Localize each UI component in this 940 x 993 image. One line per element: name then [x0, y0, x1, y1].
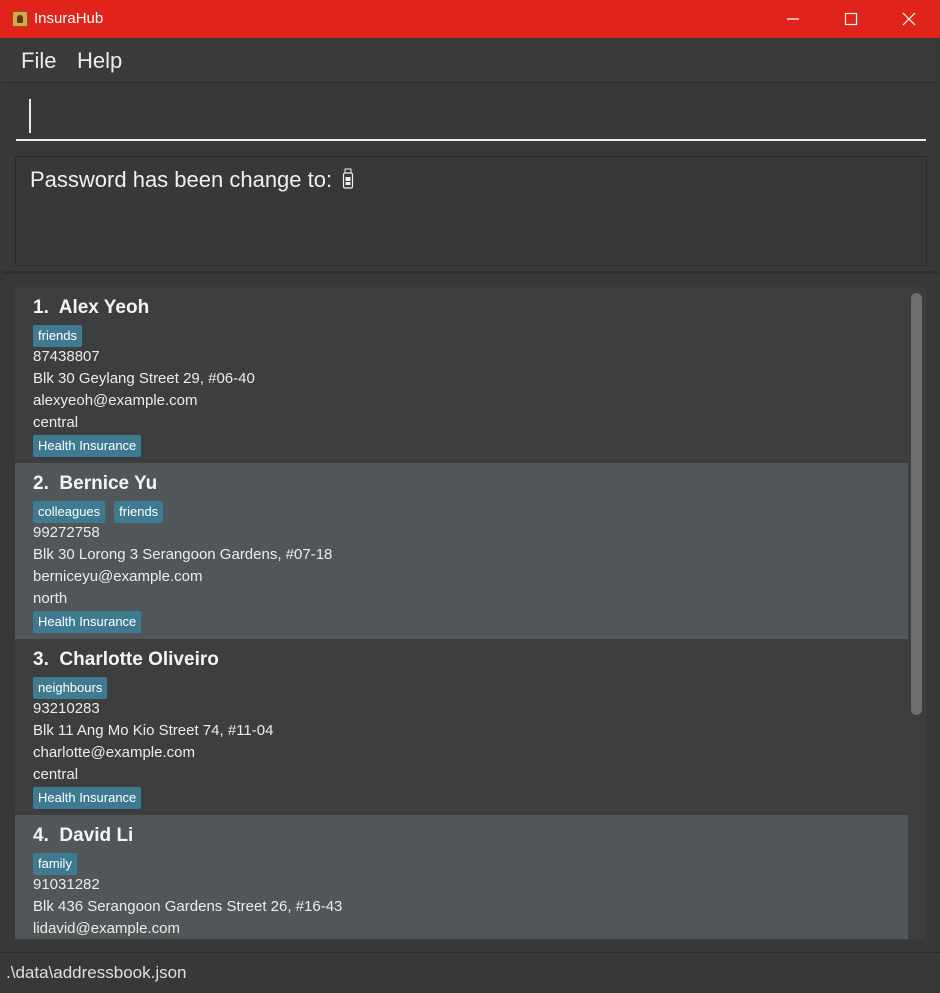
minimize-button[interactable] — [764, 0, 822, 38]
person-email: berniceyu@example.com — [33, 568, 203, 585]
command-input[interactable] — [16, 91, 926, 141]
tag-list: colleagues friends — [33, 501, 164, 523]
password-glyph-icon — [343, 168, 354, 189]
person-index: 1. — [33, 297, 49, 318]
person-card[interactable]: 4. David Li family 91031282 Blk 436 Sera… — [15, 815, 908, 939]
person-phone: 93210283 — [33, 700, 100, 717]
person-phone: 87438807 — [33, 348, 100, 365]
tag: friends — [114, 501, 164, 523]
minimize-icon — [787, 18, 799, 20]
tag: neighbours — [33, 677, 108, 699]
menu-help[interactable]: Help — [77, 48, 122, 74]
person-address: Blk 30 Lorong 3 Serangoon Gardens, #07-1… — [33, 546, 333, 563]
policy-badge: Health Insurance — [33, 787, 142, 809]
maximize-icon — [844, 12, 858, 26]
tag: friends — [33, 325, 83, 347]
person-region: central — [33, 414, 79, 431]
person-email: charlotte@example.com — [33, 744, 195, 761]
person-email: alexyeoh@example.com — [33, 392, 198, 409]
person-index: 3. — [33, 649, 49, 670]
person-name: Alex Yeoh — [58, 297, 150, 318]
person-card[interactable]: 2. Bernice Yu colleagues friends 9927275… — [15, 463, 908, 639]
person-address: Blk 436 Serangoon Gardens Street 26, #16… — [33, 898, 343, 915]
app-icon — [12, 11, 28, 27]
scrollbar-thumb[interactable] — [911, 293, 922, 715]
person-list[interactable]: 1. Alex Yeoh friends 87438807 Blk 30 Gey… — [15, 287, 908, 939]
person-index: 2. — [33, 473, 49, 494]
person-address: Blk 30 Geylang Street 29, #06-40 — [33, 370, 255, 387]
person-card[interactable]: 1. Alex Yeoh friends 87438807 Blk 30 Gey… — [15, 287, 908, 463]
menu-bar: File Help — [2, 38, 938, 83]
person-name: David Li — [59, 825, 134, 846]
tag-list: family — [33, 853, 77, 875]
window-title: InsuraHub — [34, 10, 104, 27]
person-address: Blk 11 Ang Mo Kio Street 74, #11-04 — [33, 722, 274, 739]
policy-badge: Health Insurance — [33, 435, 142, 457]
menu-file[interactable]: File — [21, 48, 56, 74]
person-email: lidavid@example.com — [33, 920, 180, 937]
person-card[interactable]: 3. Charlotte Oliveiro neighbours 9321028… — [15, 639, 908, 815]
close-button[interactable] — [880, 0, 938, 38]
tag-list: friends — [33, 325, 83, 347]
person-region: central — [33, 766, 79, 783]
person-name: Bernice Yu — [59, 473, 158, 494]
policy-badge: Health Insurance — [33, 611, 142, 633]
tag: colleagues — [33, 501, 106, 523]
person-index: 4. — [33, 825, 49, 846]
person-phone: 99272758 — [33, 524, 100, 541]
close-icon — [902, 12, 916, 26]
tag: family — [33, 853, 77, 875]
status-bar: .\data\addressbook.json — [0, 952, 940, 993]
result-message: Password has been change to: — [30, 167, 339, 192]
tag-list: neighbours — [33, 677, 108, 699]
person-name: Charlotte Oliveiro — [59, 649, 219, 670]
title-bar: InsuraHub — [0, 0, 940, 38]
list-scrollbar[interactable] — [908, 287, 926, 939]
maximize-button[interactable] — [822, 0, 880, 38]
result-display: Password has been change to: — [15, 156, 927, 266]
person-phone: 91031282 — [33, 876, 100, 893]
text-caret — [29, 99, 31, 133]
pane-divider — [2, 271, 938, 274]
person-region: north — [33, 590, 68, 607]
command-area — [2, 83, 938, 147]
save-file-path: .\data\addressbook.json — [6, 963, 187, 982]
